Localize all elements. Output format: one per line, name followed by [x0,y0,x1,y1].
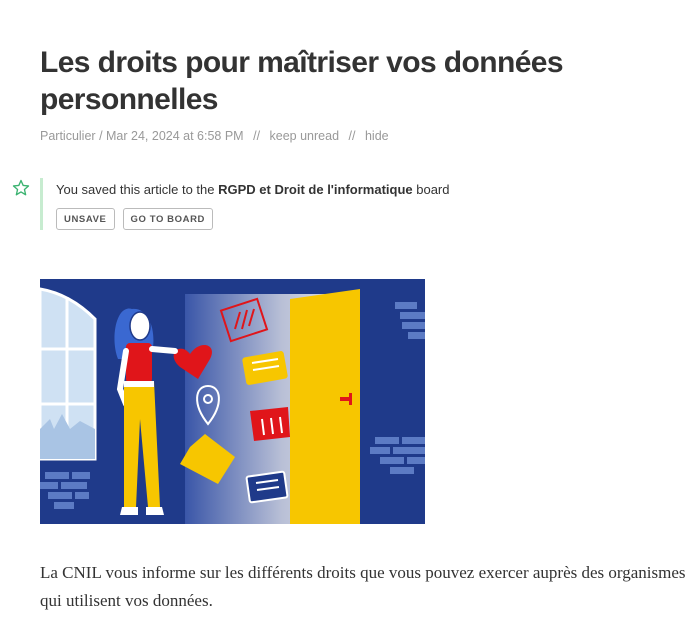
hide-link[interactable]: hide [365,129,389,143]
board-name[interactable]: RGPD et Droit de l'informatique [218,182,413,197]
door-shape [290,289,360,524]
article-date: Mar 24, 2024 at 6:58 PM [106,129,244,143]
saved-notice: You saved this article to the RGPD et Dr… [40,178,450,230]
meta-separator: // [253,129,261,143]
article-source: Particulier [40,129,96,143]
saved-message: You saved this article to the RGPD et Dr… [56,182,450,197]
star-outline-icon[interactable] [12,179,30,197]
meta-separator: // [348,129,356,143]
article-illustration [40,279,425,524]
article-body: La CNIL vous informe sur les différents … [40,563,686,610]
keep-unread-link[interactable]: keep unread [270,129,340,143]
unsave-button[interactable]: UNSAVE [56,208,115,230]
article-title: Les droits pour maîtriser vos données pe… [40,46,564,116]
article-meta: Particulier / Mar 24, 2024 at 6:58 PM //… [40,129,389,143]
go-to-board-button[interactable]: GO TO BOARD [122,208,214,230]
window-shape [40,287,97,461]
